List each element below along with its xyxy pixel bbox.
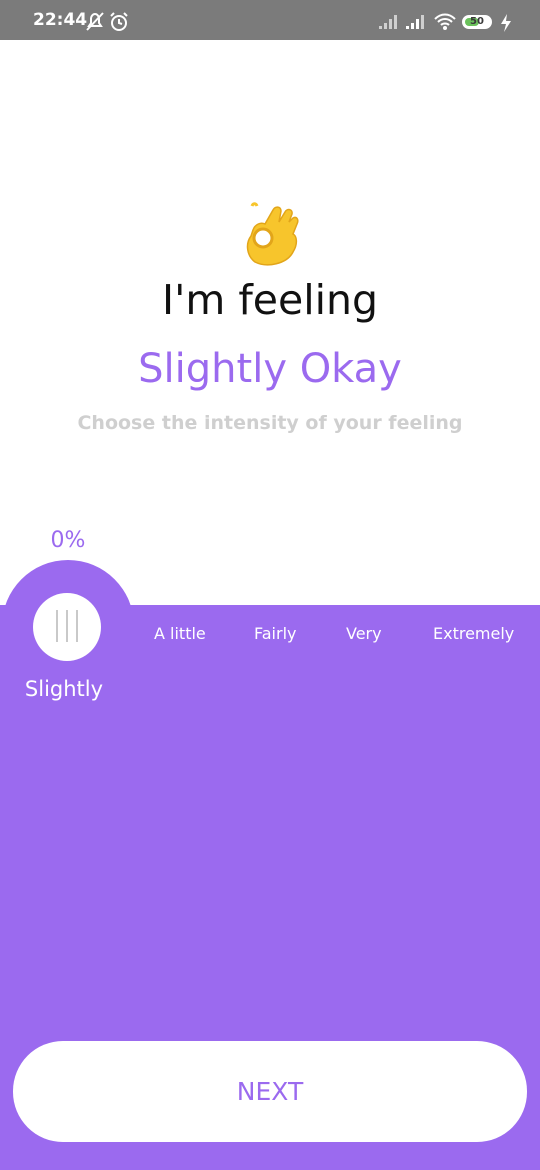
feeling-title: I'm feeling	[161, 276, 378, 324]
next-button[interactable]: NEXT	[13, 1041, 527, 1142]
intensity-level-extremely[interactable]: Extremely	[433, 624, 514, 643]
grip-line	[76, 610, 78, 642]
signal-icon	[406, 15, 424, 29]
battery-icon: 50	[462, 15, 492, 29]
alarm-icon	[110, 12, 128, 31]
wifi-icon	[434, 13, 456, 30]
intensity-level-selected[interactable]: Slightly	[14, 677, 114, 701]
status-bar: 22:44 50	[0, 0, 540, 40]
mute-icon	[86, 12, 104, 31]
intensity-level-very[interactable]: Very	[346, 624, 382, 643]
intensity-level-fairly[interactable]: Fairly	[254, 624, 296, 643]
intensity-instruction: Choose the intensity of your feeling	[77, 412, 463, 434]
grip-line	[66, 610, 68, 642]
intensity-slider-handle[interactable]	[33, 593, 101, 661]
signal-icon	[379, 15, 397, 29]
ok-hand-emoji	[246, 202, 299, 266]
grip-line	[56, 610, 58, 642]
battery-text: 50	[470, 16, 484, 27]
intensity-percent: 0%	[50, 528, 86, 553]
intensity-level-a-little[interactable]: A little	[154, 624, 206, 643]
status-time: 22:44	[33, 10, 88, 30]
feeling-value: Slightly Okay	[138, 346, 402, 392]
charging-icon	[501, 14, 511, 32]
